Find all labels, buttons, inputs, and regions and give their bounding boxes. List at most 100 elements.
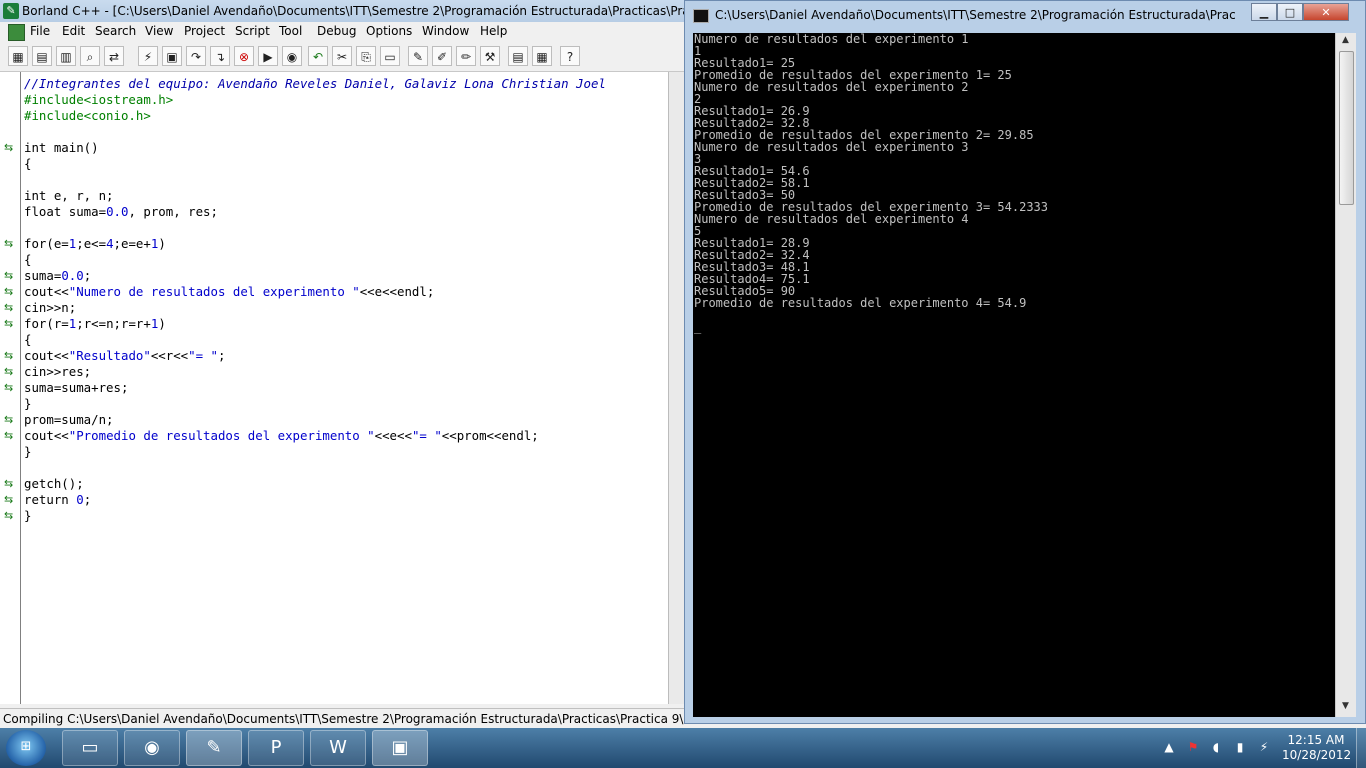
minimize-button[interactable]: ▁: [1251, 3, 1277, 21]
open-file-icon[interactable]: ▤: [32, 46, 52, 66]
context-help-icon[interactable]: ?: [560, 46, 580, 66]
code-string: "= ": [411, 428, 442, 443]
tools-icon[interactable]: ⚒: [480, 46, 500, 66]
menu-edit[interactable]: Edit: [62, 24, 85, 38]
pen-icon[interactable]: ✎: [408, 46, 428, 66]
code-line: for(r=: [24, 316, 69, 331]
compile-icon[interactable]: ▣: [162, 46, 182, 66]
flag-icon[interactable]: ⚑: [1185, 739, 1201, 755]
console-icon[interactable]: ▣: [372, 730, 428, 766]
window-cascade-icon[interactable]: ▦: [532, 46, 552, 66]
edit-icon[interactable]: ✐: [432, 46, 452, 66]
power-icon[interactable]: ⚡: [1256, 739, 1272, 755]
console-app-icon[interactable]: [693, 9, 709, 23]
ide-title-bar[interactable]: ✎ Borland C++ - [C:\Users\Daniel Avendañ…: [0, 0, 690, 22]
window-tile-icon[interactable]: ▤: [508, 46, 528, 66]
code-line: for(e=: [24, 236, 69, 251]
breakpoint-icon[interactable]: ◉: [282, 46, 302, 66]
code-line: {: [24, 252, 32, 267]
pencil-icon[interactable]: ✏: [456, 46, 476, 66]
menu-script[interactable]: Script: [235, 24, 270, 38]
code-line: int main(): [24, 140, 99, 155]
menu-project[interactable]: Project: [184, 24, 225, 38]
menu-debug[interactable]: Debug: [317, 24, 356, 38]
code-line: ): [158, 236, 166, 251]
replace-icon[interactable]: ⇄: [104, 46, 124, 66]
breakpoint-marker-icon[interactable]: ⇆: [4, 238, 18, 250]
code-editor[interactable]: ⇆ ⇆ ⇆ ⇆ ⇆ ⇆ ⇆ ⇆ ⇆ ⇆ ⇆ ⇆ ⇆ ⇆ //Integrante…: [0, 72, 669, 704]
copy-icon[interactable]: ⎘: [356, 46, 376, 66]
word-icon[interactable]: W: [310, 730, 366, 766]
cut-icon[interactable]: ✂: [332, 46, 352, 66]
console-line: Promedio de resultados del experimento 4…: [694, 296, 1027, 310]
breakpoint-marker-icon[interactable]: ⇆: [4, 478, 18, 490]
windows-start-icon[interactable]: ⊞: [6, 730, 46, 766]
code-line: cin>>n;: [24, 300, 77, 315]
console-title-bar[interactable]: C:\Users\Daniel Avendaño\Documents\ITT\S…: [685, 1, 1365, 31]
volume-icon[interactable]: ◖: [1208, 739, 1224, 755]
status-text: Compiling C:\Users\Daniel Avendaño\Docum…: [3, 712, 690, 726]
ide-title-text: Borland C++ - [C:\Users\Daniel Avendaño\…: [22, 4, 690, 18]
breakpoint-marker-icon[interactable]: ⇆: [4, 494, 18, 506]
clock-time: 12:15 AM: [1287, 733, 1345, 747]
breakpoint-marker-icon[interactable]: ⇆: [4, 510, 18, 522]
code-line: cin>>res;: [24, 364, 92, 379]
stop-icon[interactable]: ⊗: [234, 46, 254, 66]
clock[interactable]: 12:15 AM 10/28/2012: [1282, 733, 1351, 763]
scroll-up-icon[interactable]: ▲: [1338, 35, 1353, 49]
folder-icon[interactable]: ▭: [62, 730, 118, 766]
step-over-icon[interactable]: ↷: [186, 46, 206, 66]
make-icon[interactable]: ⚡: [138, 46, 158, 66]
menu-tool[interactable]: Tool: [279, 24, 302, 38]
breakpoint-marker-icon[interactable]: ⇆: [4, 350, 18, 362]
code-line: ;: [83, 268, 92, 283]
breakpoint-marker-icon[interactable]: ⇆: [4, 382, 18, 394]
close-button[interactable]: ✕: [1303, 3, 1349, 21]
trace-into-icon[interactable]: ↴: [210, 46, 230, 66]
breakpoint-marker-icon[interactable]: ⇆: [4, 142, 18, 154]
borland-app-icon[interactable]: ✎: [3, 3, 19, 19]
console-output[interactable]: Numero de resultados del experimento 11R…: [693, 33, 1335, 717]
menu-view[interactable]: View: [145, 24, 173, 38]
menu-file[interactable]: File: [30, 24, 50, 38]
chrome-icon[interactable]: ◉: [124, 730, 180, 766]
new-file-icon[interactable]: ▦: [8, 46, 28, 66]
breakpoint-marker-icon[interactable]: ⇆: [4, 430, 18, 442]
breakpoint-marker-icon[interactable]: ⇆: [4, 302, 18, 314]
scroll-thumb[interactable]: [1339, 51, 1354, 205]
source-code[interactable]: //Integrantes del equipo: Avendaño Revel…: [24, 76, 606, 524]
breakpoint-marker-icon[interactable]: ⇆: [4, 270, 18, 282]
network-icon[interactable]: ▮: [1232, 739, 1248, 755]
menu-help[interactable]: Help: [480, 24, 507, 38]
find-icon[interactable]: ⌕: [80, 46, 100, 66]
console-scrollbar[interactable]: ▲ ▼: [1335, 33, 1356, 717]
breakpoint-marker-icon[interactable]: ⇆: [4, 286, 18, 298]
code-line: }: [24, 508, 32, 523]
run-icon[interactable]: ▶: [258, 46, 278, 66]
powerpoint-icon[interactable]: P: [248, 730, 304, 766]
menu-options[interactable]: Options: [366, 24, 412, 38]
menu-window[interactable]: Window: [422, 24, 469, 38]
code-line: <<prom<<endl;: [441, 428, 539, 443]
undo-icon[interactable]: ↶: [308, 46, 328, 66]
save-file-icon[interactable]: ▥: [56, 46, 76, 66]
console-text: Numero de resultados del experimento 11R…: [694, 33, 1048, 333]
code-line: , prom, res;: [128, 204, 218, 219]
code-comment: //Integrantes del equipo: Avendaño Revel…: [24, 76, 606, 91]
scroll-down-icon[interactable]: ▼: [1338, 701, 1353, 715]
paste-icon[interactable]: ▭: [380, 46, 400, 66]
console-line: Numero de resultados del experimento 1: [694, 32, 969, 46]
show-hidden-icons-icon[interactable]: ▲: [1161, 739, 1177, 755]
breakpoint-marker-icon[interactable]: ⇆: [4, 318, 18, 330]
maximize-button[interactable]: □: [1277, 3, 1303, 21]
code-line: ;: [217, 348, 226, 363]
code-line: ;e=e+: [113, 236, 151, 251]
breakpoint-marker-icon[interactable]: ⇆: [4, 366, 18, 378]
borland-icon[interactable]: ✎: [186, 730, 242, 766]
breakpoint-gutter[interactable]: ⇆ ⇆ ⇆ ⇆ ⇆ ⇆ ⇆ ⇆ ⇆ ⇆ ⇆ ⇆ ⇆ ⇆: [0, 72, 21, 704]
show-desktop-button[interactable]: [1356, 728, 1366, 768]
menu-search[interactable]: Search: [95, 24, 136, 38]
breakpoint-marker-icon[interactable]: ⇆: [4, 414, 18, 426]
document-system-icon[interactable]: [8, 24, 25, 41]
